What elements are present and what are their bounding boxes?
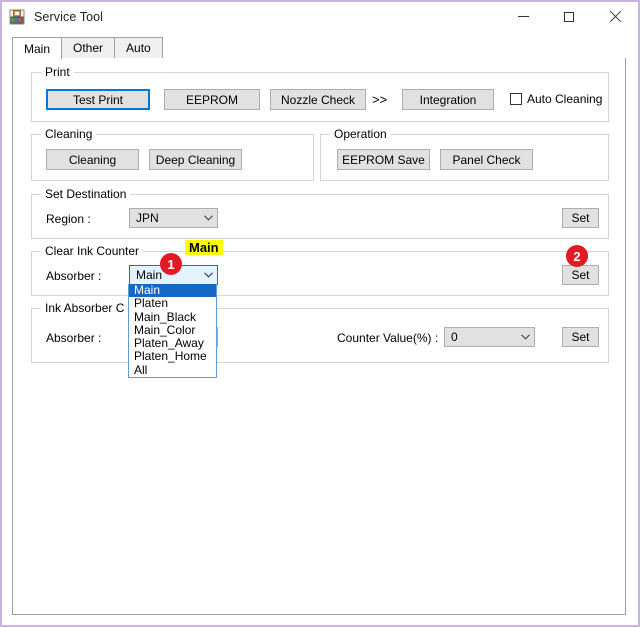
annotation-note-main: Main <box>185 240 223 255</box>
client-area: Main Other Auto Print Test Print EEPROM … <box>2 31 638 625</box>
tab-page-main: Print Test Print EEPROM Nozzle Check >> … <box>12 58 626 615</box>
integration-label: Integration <box>419 92 477 107</box>
deep-cleaning-label: Deep Cleaning <box>155 152 236 167</box>
dropdown-option-platen[interactable]: Platen <box>129 296 216 310</box>
tab-auto[interactable]: Auto <box>114 37 163 58</box>
cleaning-label: Cleaning <box>68 152 117 167</box>
close-icon <box>609 11 621 23</box>
panel-check-button[interactable]: Panel Check <box>440 149 533 170</box>
test-print-button[interactable]: Test Print <box>46 89 150 110</box>
panel-check-label: Panel Check <box>452 152 521 167</box>
test-print-label: Test Print <box>72 92 123 107</box>
group-set-destination: Set Destination Region : JPN Set <box>31 187 609 239</box>
dropdown-option-main[interactable]: Main <box>129 283 216 298</box>
set-destination-set-button[interactable]: Set <box>562 208 599 228</box>
tab-strip: Main Other Auto <box>12 37 626 59</box>
app-icon <box>9 9 25 25</box>
window-controls <box>500 2 638 31</box>
checkbox-box-icon <box>510 93 522 105</box>
clear-ink-counter-set-label: Set <box>571 268 590 282</box>
dropdown-option-all[interactable]: All <box>129 363 216 377</box>
clear-ink-counter-set-button[interactable]: Set <box>562 265 599 285</box>
tab-other-label: Other <box>73 41 104 55</box>
clear-ink-absorber-label: Absorber : <box>46 269 102 283</box>
auto-cleaning-label: Auto Cleaning <box>527 92 603 106</box>
integration-button[interactable]: Integration <box>402 89 494 110</box>
tab-auto-label: Auto <box>126 41 151 55</box>
group-clear-ink-counter-title: Clear Ink Counter <box>41 244 144 258</box>
ink-absorber-counter-set-button[interactable]: Set <box>562 327 599 347</box>
maximize-icon <box>564 11 574 22</box>
minimize-icon <box>517 16 529 17</box>
dropdown-option-platen-home[interactable]: Platen_Home <box>129 350 216 364</box>
maximize-button[interactable] <box>546 2 592 31</box>
tab-main[interactable]: Main <box>12 37 63 59</box>
counter-value-combobox[interactable]: 0 <box>444 327 535 347</box>
application-window: Service Tool Main Other Auto Print Test … <box>0 0 640 627</box>
nozzle-check-button[interactable]: Nozzle Check <box>270 89 366 110</box>
chevron-down-icon <box>517 334 534 340</box>
group-operation: Operation EEPROM Save Panel Check <box>320 127 609 181</box>
region-combobox[interactable]: JPN <box>129 208 218 228</box>
title-bar: Service Tool <box>2 2 638 31</box>
group-print-title: Print <box>41 65 74 79</box>
group-clear-ink-counter: Clear Ink Counter Absorber : Main Set <box>31 244 609 296</box>
eeprom-save-button[interactable]: EEPROM Save <box>337 149 430 170</box>
eeprom-save-label: EEPROM Save <box>342 152 425 167</box>
ink-absorber-label: Absorber : <box>46 331 102 345</box>
region-value: JPN <box>136 211 159 225</box>
counter-value-label: Counter Value(%) : <box>337 331 439 345</box>
set-destination-set-label: Set <box>571 211 590 225</box>
group-print: Print Test Print EEPROM Nozzle Check >> … <box>31 65 609 122</box>
chevron-right-double-icon: >> <box>372 92 388 107</box>
region-label: Region : <box>46 212 91 226</box>
auto-cleaning-checkbox[interactable]: Auto Cleaning <box>510 92 602 106</box>
eeprom-button[interactable]: EEPROM <box>164 89 260 110</box>
window-title: Service Tool <box>34 9 104 24</box>
nozzle-check-label: Nozzle Check <box>280 92 356 107</box>
counter-value-value: 0 <box>451 330 458 344</box>
dropdown-option-main-black[interactable]: Main_Black <box>129 310 216 324</box>
dropdown-option-platen-away[interactable]: Platen_Away <box>129 336 216 350</box>
group-set-destination-title: Set Destination <box>41 187 131 201</box>
dropdown-option-main-color[interactable]: Main_Color <box>129 323 216 337</box>
cleaning-button[interactable]: Cleaning <box>46 149 139 170</box>
deep-cleaning-button[interactable]: Deep Cleaning <box>149 149 242 170</box>
close-button[interactable] <box>592 2 638 31</box>
minimize-button[interactable] <box>500 2 546 31</box>
clear-ink-absorber-dropdown-list[interactable]: Main Platen Main_Black Main_Color Platen… <box>128 283 217 379</box>
group-ink-absorber-counter-title: Ink Absorber C <box>41 301 129 315</box>
group-cleaning: Cleaning Cleaning Deep Cleaning <box>31 127 314 181</box>
group-ink-absorber-counter: Ink Absorber C Absorber : Counter Value(… <box>31 301 609 363</box>
annotation-badge-1: 1 <box>160 253 182 275</box>
tab-other[interactable]: Other <box>61 37 116 58</box>
group-operation-title: Operation <box>330 127 391 141</box>
chevron-down-icon <box>200 215 217 221</box>
annotation-badge-2: 2 <box>566 245 588 267</box>
ink-absorber-counter-set-label: Set <box>571 330 590 344</box>
chevron-down-icon <box>200 272 217 278</box>
group-cleaning-title: Cleaning <box>41 127 97 141</box>
tab-main-label: Main <box>24 41 51 56</box>
eeprom-label: EEPROM <box>185 92 238 107</box>
